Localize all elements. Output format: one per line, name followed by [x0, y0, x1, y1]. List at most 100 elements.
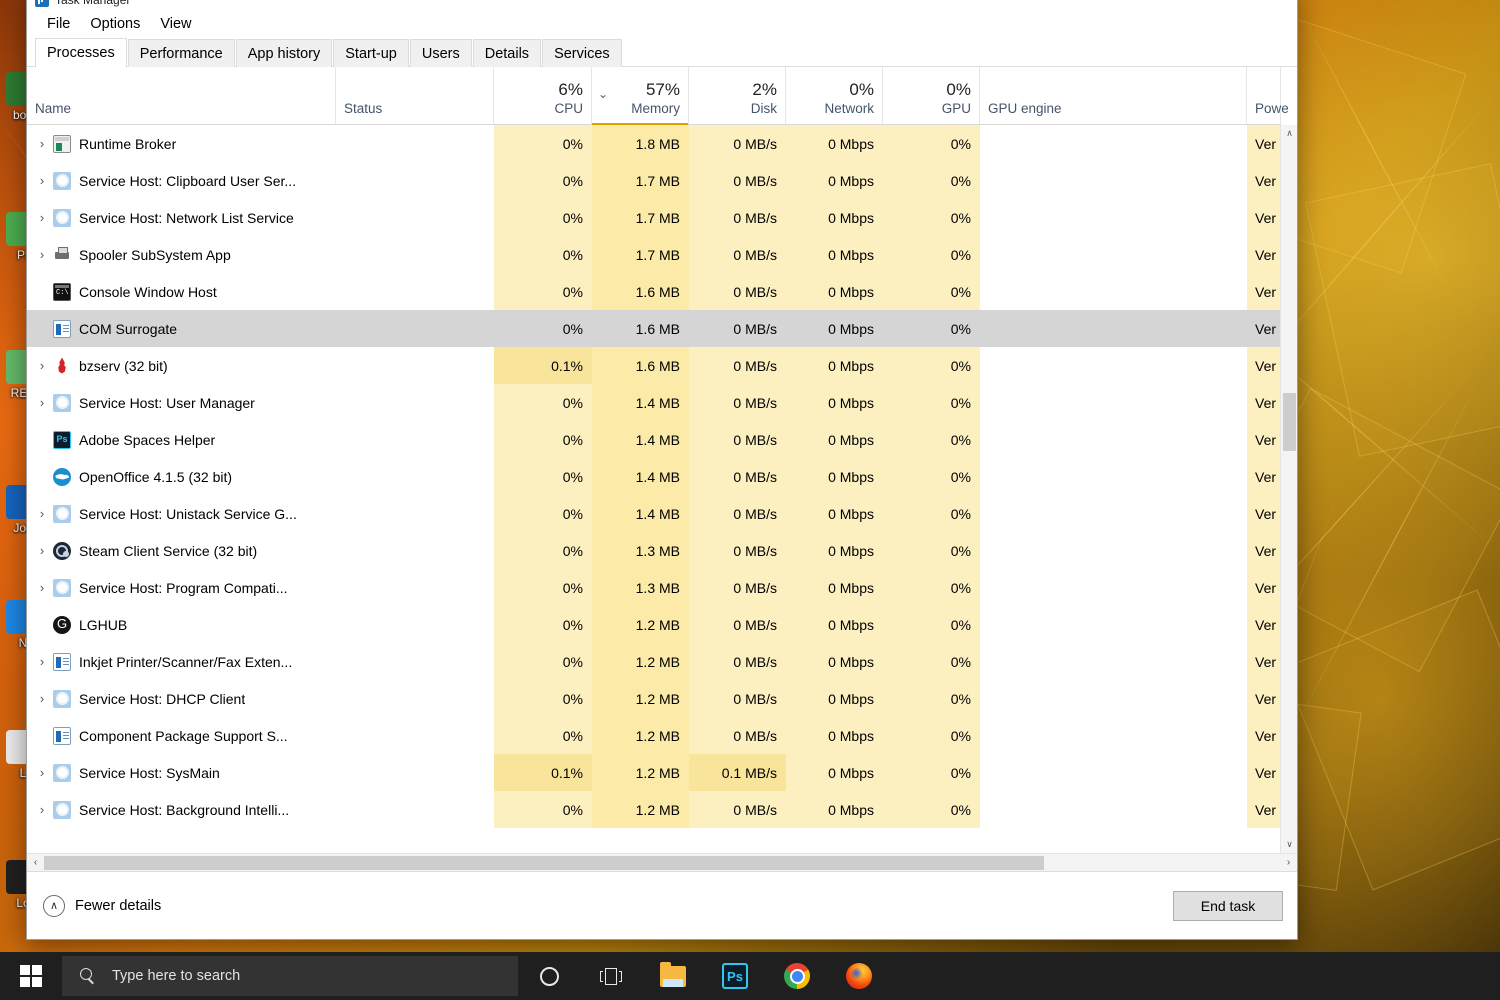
table-row[interactable]: › Service Host: Network List Service 0% 1.7… — [27, 199, 1281, 236]
expand-chevron-right-icon[interactable]: › — [33, 199, 51, 236]
cell-memory: 1.2 MB — [592, 680, 689, 717]
firefox-button[interactable] — [828, 952, 890, 1000]
column-header-network[interactable]: 0% Network — [786, 67, 883, 124]
cell-cpu: 0% — [494, 384, 592, 421]
cell-gpu: 0% — [883, 273, 980, 310]
table-row[interactable]: › Service Host: User Manager 0% 1.4 MB 0 MB/… — [27, 384, 1281, 421]
table-row[interactable]: ›Adobe Spaces Helper0%1.4 MB0 MB/s0 Mbps… — [27, 421, 1281, 458]
cell-memory: 1.2 MB — [592, 754, 689, 791]
process-name-cell: ›OpenOffice 4.1.5 (32 bit) — [27, 458, 336, 495]
menu-item-options[interactable]: Options — [80, 13, 150, 35]
cell-gpuengine — [980, 421, 1247, 458]
table-row[interactable]: › Runtime Broker 0% 1.8 MB 0 MB/s 0 Mbps 0% Ver — [27, 125, 1281, 162]
table-row[interactable]: ›LGHUB0%1.2 MB0 MB/s0 Mbps0%Ver — [27, 606, 1281, 643]
expand-chevron-right-icon[interactable]: › — [33, 569, 51, 606]
expand-chevron-right-icon[interactable]: › — [33, 384, 51, 421]
tab-services[interactable]: Services — [542, 39, 622, 67]
cell-gpu: 0% — [883, 643, 980, 680]
menu-item-file[interactable]: File — [37, 13, 80, 35]
horizontal-scrollbar[interactable]: ‹ › — [27, 853, 1297, 871]
process-name-label: Adobe Spaces Helper — [79, 431, 216, 448]
task-view-icon — [600, 967, 622, 985]
window-icon — [53, 134, 71, 153]
table-row[interactable]: › Service Host: Clipboard User Ser... 0% 1.… — [27, 162, 1281, 199]
cell-gpuengine — [980, 717, 1247, 754]
tab-users[interactable]: Users — [409, 39, 472, 67]
taskbar-search-input[interactable]: Type here to search — [62, 956, 518, 996]
expand-chevron-right-icon[interactable]: › — [33, 125, 51, 162]
task-manager-window: Task Manager File Options View Processes Pe… — [26, 0, 1298, 940]
table-row[interactable]: ›Console Window Host0%1.6 MB0 MB/s0 Mbps… — [27, 273, 1281, 310]
column-header-name[interactable]: Name — [27, 67, 336, 124]
cell-status — [336, 384, 494, 421]
console-icon — [53, 282, 71, 301]
vertical-scrollbar-thumb[interactable] — [1283, 393, 1296, 451]
column-header-disk[interactable]: 2% Disk — [689, 67, 786, 124]
chrome-button[interactable] — [766, 952, 828, 1000]
cell-cpu: 0% — [494, 643, 592, 680]
table-row[interactable]: › Service Host: Unistack Service G... 0% 1.… — [27, 495, 1281, 532]
expand-chevron-right-icon[interactable]: › — [33, 532, 51, 569]
cell-gpu: 0% — [883, 791, 980, 828]
table-row[interactable]: › Service Host: DHCP Client 0% 1.2 MB 0 MB/s… — [27, 680, 1281, 717]
gear-icon — [53, 504, 71, 523]
table-row[interactable]: ›OpenOffice 4.1.5 (32 bit)0%1.4 MB0 MB/s… — [27, 458, 1281, 495]
cell-gpu: 0% — [883, 347, 980, 384]
tab-details[interactable]: Details — [472, 39, 542, 67]
cell-cpu: 0% — [494, 236, 592, 273]
cortana-button[interactable] — [518, 952, 580, 1000]
cell-gpuengine — [980, 162, 1247, 199]
expand-chevron-right-icon[interactable]: › — [33, 791, 51, 828]
cell-cpu: 0% — [494, 125, 592, 162]
scroll-up-arrow-icon[interactable]: ∧ — [1281, 125, 1297, 142]
table-row[interactable]: › Service Host: SysMain 0.1% 1.2 MB 0.1 MB/s… — [27, 754, 1281, 791]
file-explorer-button[interactable] — [642, 952, 704, 1000]
process-name-cell: › Service Host: SysMain — [27, 754, 336, 791]
expand-chevron-right-icon[interactable]: › — [33, 643, 51, 680]
table-row[interactable]: › Service Host: Background Intelli... 0% 1.… — [27, 791, 1281, 828]
expand-chevron-right-icon[interactable]: › — [33, 680, 51, 717]
column-header-gpu[interactable]: 0% GPU — [883, 67, 980, 124]
horizontal-scrollbar-thumb[interactable] — [44, 856, 1044, 870]
task-manager-icon — [35, 0, 49, 7]
task-view-button[interactable] — [580, 952, 642, 1000]
table-row[interactable]: › Service Host: Program Compati... 0% 1.3 M… — [27, 569, 1281, 606]
process-name-label: COM Surrogate — [79, 320, 178, 337]
table-row[interactable]: ›Component Package Support S...0%1.2 MB0… — [27, 717, 1281, 754]
table-row[interactable]: › bzserv (32 bit) 0.1% 1.6 MB 0 MB/s 0 Mbps 0%… — [27, 347, 1281, 384]
table-row[interactable]: › Steam Client Service (32 bit) 0% 1.3 MB 0 … — [27, 532, 1281, 569]
expand-chevron-right-icon[interactable]: › — [33, 347, 51, 384]
tab-app-history[interactable]: App history — [235, 39, 333, 67]
tab-start-up[interactable]: Start-up — [333, 39, 409, 67]
cortana-circle-icon — [539, 966, 559, 986]
column-header-status[interactable]: Status — [336, 67, 494, 124]
column-header-memory[interactable]: 57% Memory ⌄ — [592, 67, 689, 125]
tab-processes[interactable]: Processes — [35, 38, 127, 67]
gear-icon — [53, 763, 71, 782]
cell-disk: 0 MB/s — [689, 495, 786, 532]
start-button[interactable] — [0, 952, 62, 1000]
table-row[interactable]: ›COM Surrogate0%1.6 MB0 MB/s0 Mbps0%Ver — [27, 310, 1281, 347]
column-header-gpuengine[interactable]: GPU engine — [980, 67, 1247, 124]
cell-power: Ver — [1247, 606, 1281, 643]
window-title: Task Manager — [55, 0, 131, 7]
vertical-scrollbar[interactable]: ∧ ∨ — [1280, 125, 1297, 853]
expand-chevron-right-icon[interactable]: › — [33, 162, 51, 199]
fewer-details-button[interactable]: ∧ Fewer details — [43, 894, 161, 917]
column-header-cpu[interactable]: 6% CPU — [494, 67, 592, 124]
expand-chevron-right-icon[interactable]: › — [33, 236, 51, 273]
scroll-down-arrow-icon[interactable]: ∨ — [1281, 836, 1297, 853]
table-row[interactable]: › Inkjet Printer/Scanner/Fax Exten... 0% 1.… — [27, 643, 1281, 680]
column-header-power[interactable]: Powe — [1247, 67, 1289, 124]
tab-performance[interactable]: Performance — [127, 39, 235, 67]
expand-chevron-right-icon[interactable]: › — [33, 754, 51, 791]
scroll-right-arrow-icon[interactable]: › — [1280, 854, 1297, 871]
end-task-button[interactable]: End task — [1173, 890, 1283, 921]
scroll-left-arrow-icon[interactable]: ‹ — [27, 854, 44, 871]
table-row[interactable]: › Spooler SubSystem App 0% 1.7 MB 0 MB/s 0 Mb… — [27, 236, 1281, 273]
photoshop-button[interactable]: Ps — [704, 952, 766, 1000]
expand-chevron-right-icon[interactable]: › — [33, 495, 51, 532]
cell-gpuengine — [980, 569, 1247, 606]
process-name-label: Spooler SubSystem App — [79, 246, 231, 263]
menu-item-view[interactable]: View — [150, 13, 201, 35]
